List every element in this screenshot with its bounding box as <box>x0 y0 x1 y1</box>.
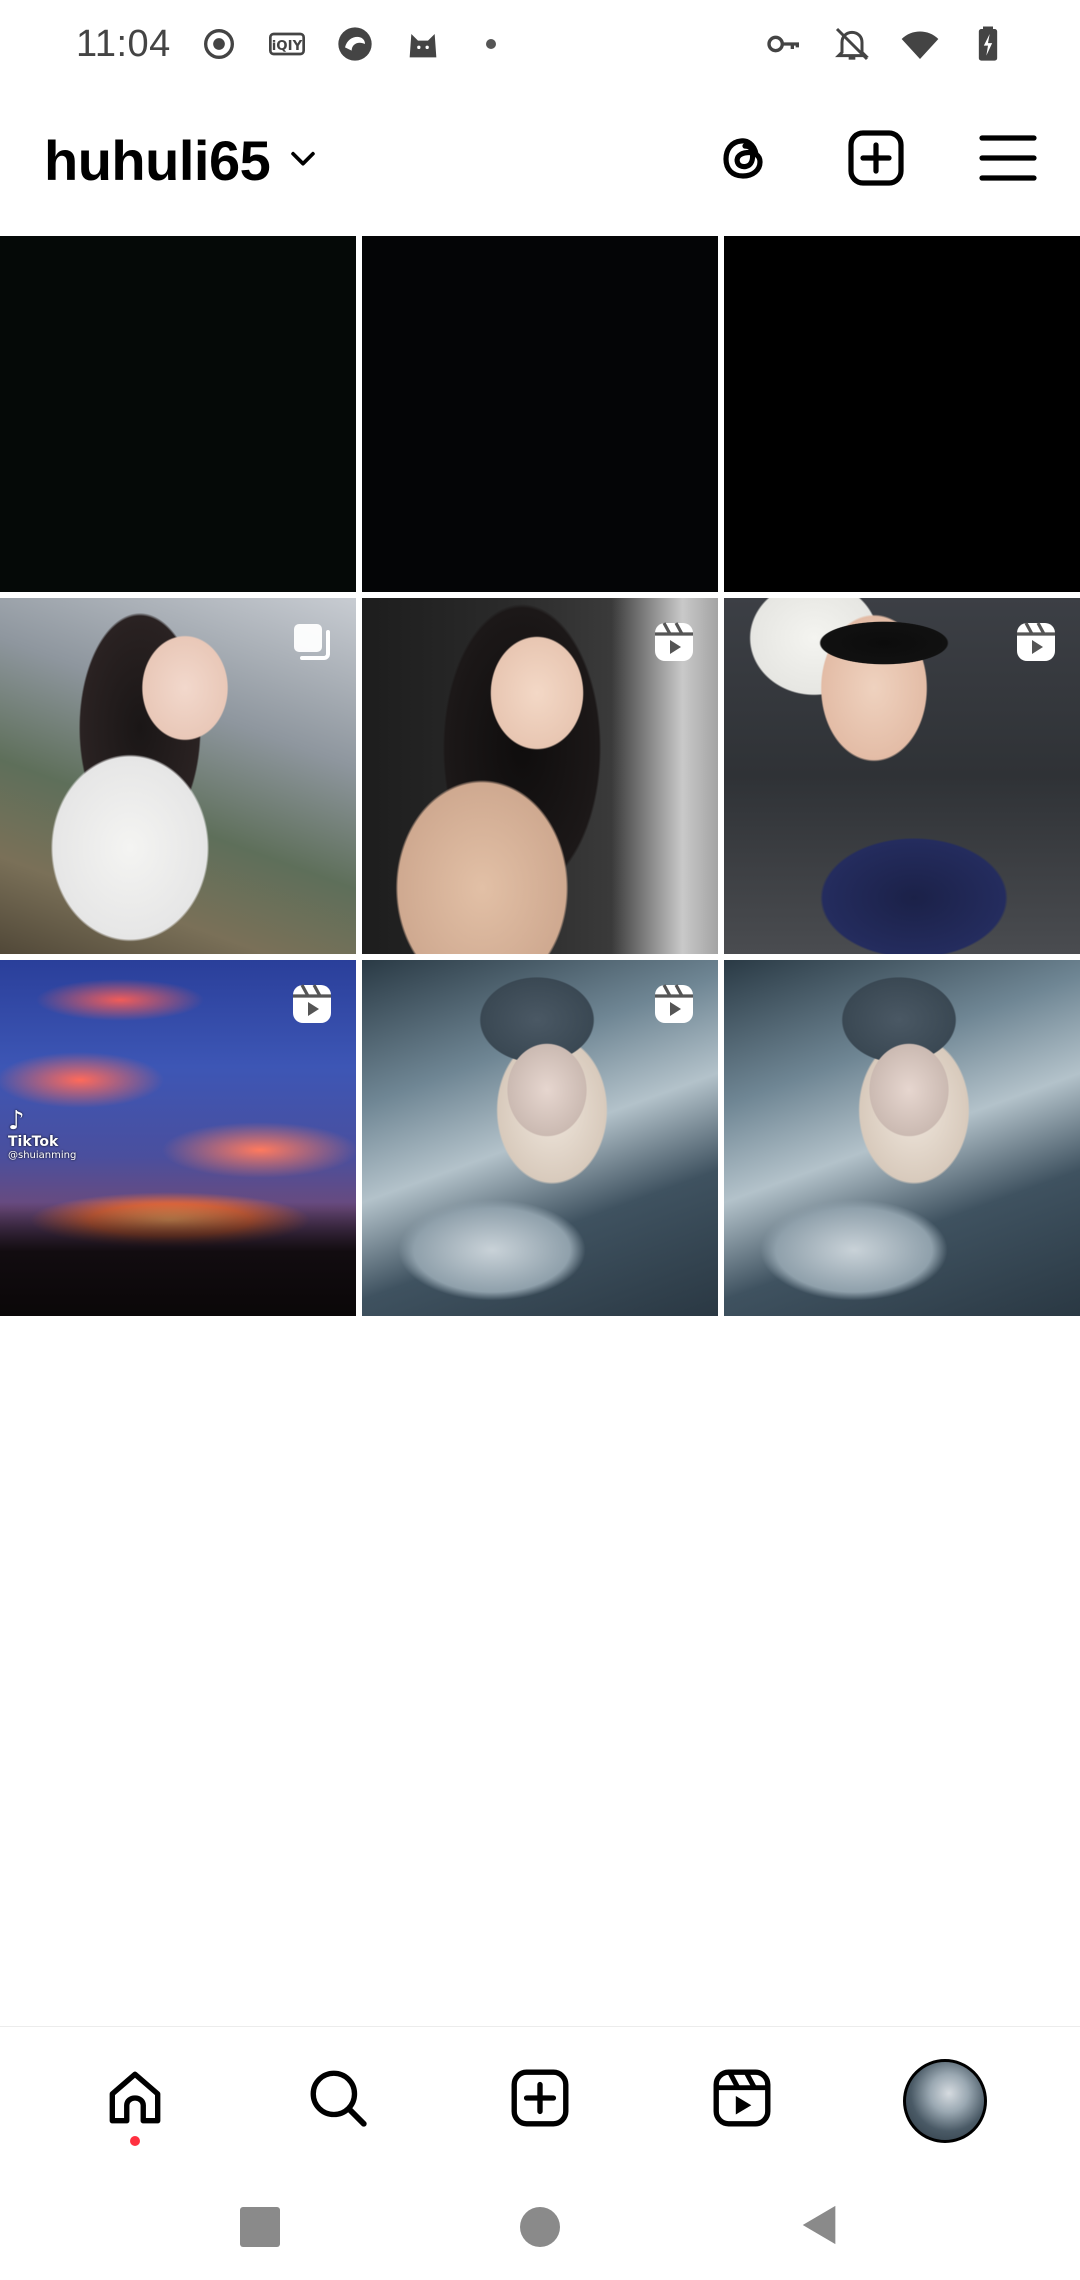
threads-button[interactable] <box>712 128 776 192</box>
bell-off-icon <box>832 24 872 64</box>
post-tile[interactable] <box>724 236 1080 592</box>
status-time: 11:04 <box>76 22 171 65</box>
nav-home[interactable] <box>92 2058 178 2146</box>
menu-icon <box>976 126 1040 195</box>
carousel-icon <box>288 618 336 666</box>
create-post-button[interactable] <box>844 128 908 192</box>
tiktok-watermark: ♪ TikTok @shuianming <box>8 1108 76 1162</box>
post-tile[interactable] <box>724 960 1080 1316</box>
menu-button[interactable] <box>976 128 1040 192</box>
system-nav <box>0 2174 1080 2280</box>
threads-icon <box>712 126 776 195</box>
wifi-icon <box>900 24 940 64</box>
vpn-key-icon <box>764 24 804 64</box>
account-switcher[interactable]: huhuli65 <box>44 128 320 193</box>
username: huhuli65 <box>44 128 271 192</box>
nav-create[interactable] <box>497 2058 583 2144</box>
browser-icon <box>335 24 375 64</box>
profile-screen: 11:04 iQIY huhuli65 ♪ TikTok @shuianming <box>0 0 1080 2280</box>
chevron-down-icon <box>286 141 320 180</box>
iqiyi-icon: iQIY <box>267 24 307 64</box>
reels-icon <box>709 2065 775 2136</box>
tiktok-brand: TikTok <box>8 1134 59 1150</box>
reel-icon <box>650 980 698 1028</box>
post-tile[interactable] <box>0 598 356 954</box>
reel-icon <box>288 980 336 1028</box>
home-button[interactable] <box>516 2203 564 2251</box>
posts-grid: ♪ TikTok @shuianming <box>0 236 1080 1316</box>
dot-icon <box>471 24 511 64</box>
post-tile[interactable] <box>362 236 718 592</box>
post-tile[interactable] <box>724 598 1080 954</box>
header-actions <box>712 128 1040 192</box>
back-triangle-icon <box>797 2201 843 2254</box>
nav-reels[interactable] <box>699 2058 785 2144</box>
home-icon <box>102 2065 168 2136</box>
nav-search[interactable] <box>295 2058 381 2144</box>
status-left: 11:04 iQIY <box>76 23 511 66</box>
reel-icon <box>650 618 698 666</box>
post-tile[interactable] <box>362 598 718 954</box>
search-icon <box>305 2065 371 2136</box>
nav-profile[interactable] <box>902 2058 988 2144</box>
battery-charging-icon <box>968 24 1008 64</box>
record-icon <box>199 24 239 64</box>
status-bar: 11:04 iQIY <box>0 0 1080 88</box>
back-button[interactable] <box>796 2203 844 2251</box>
profile-header: huhuli65 <box>0 110 1080 210</box>
reel-icon <box>1012 618 1060 666</box>
post-tile[interactable] <box>362 960 718 1316</box>
post-tile[interactable] <box>0 236 356 592</box>
home-notification-dot <box>130 2135 141 2146</box>
tiktok-logo-icon: ♪ <box>8 1106 25 1136</box>
circle-icon <box>520 2207 560 2247</box>
tiktok-handle: @shuianming <box>8 1150 77 1161</box>
square-icon <box>240 2207 280 2247</box>
bottom-nav <box>0 2026 1080 2174</box>
create-post-icon <box>844 126 908 195</box>
recents-button[interactable] <box>236 2203 284 2251</box>
create-icon <box>507 2065 573 2136</box>
svg-text:iQIY: iQIY <box>272 39 303 54</box>
status-right <box>764 24 1008 64</box>
avatar <box>902 2058 987 2143</box>
cat-app-icon <box>403 24 443 64</box>
post-tile[interactable]: ♪ TikTok @shuianming <box>0 960 356 1316</box>
